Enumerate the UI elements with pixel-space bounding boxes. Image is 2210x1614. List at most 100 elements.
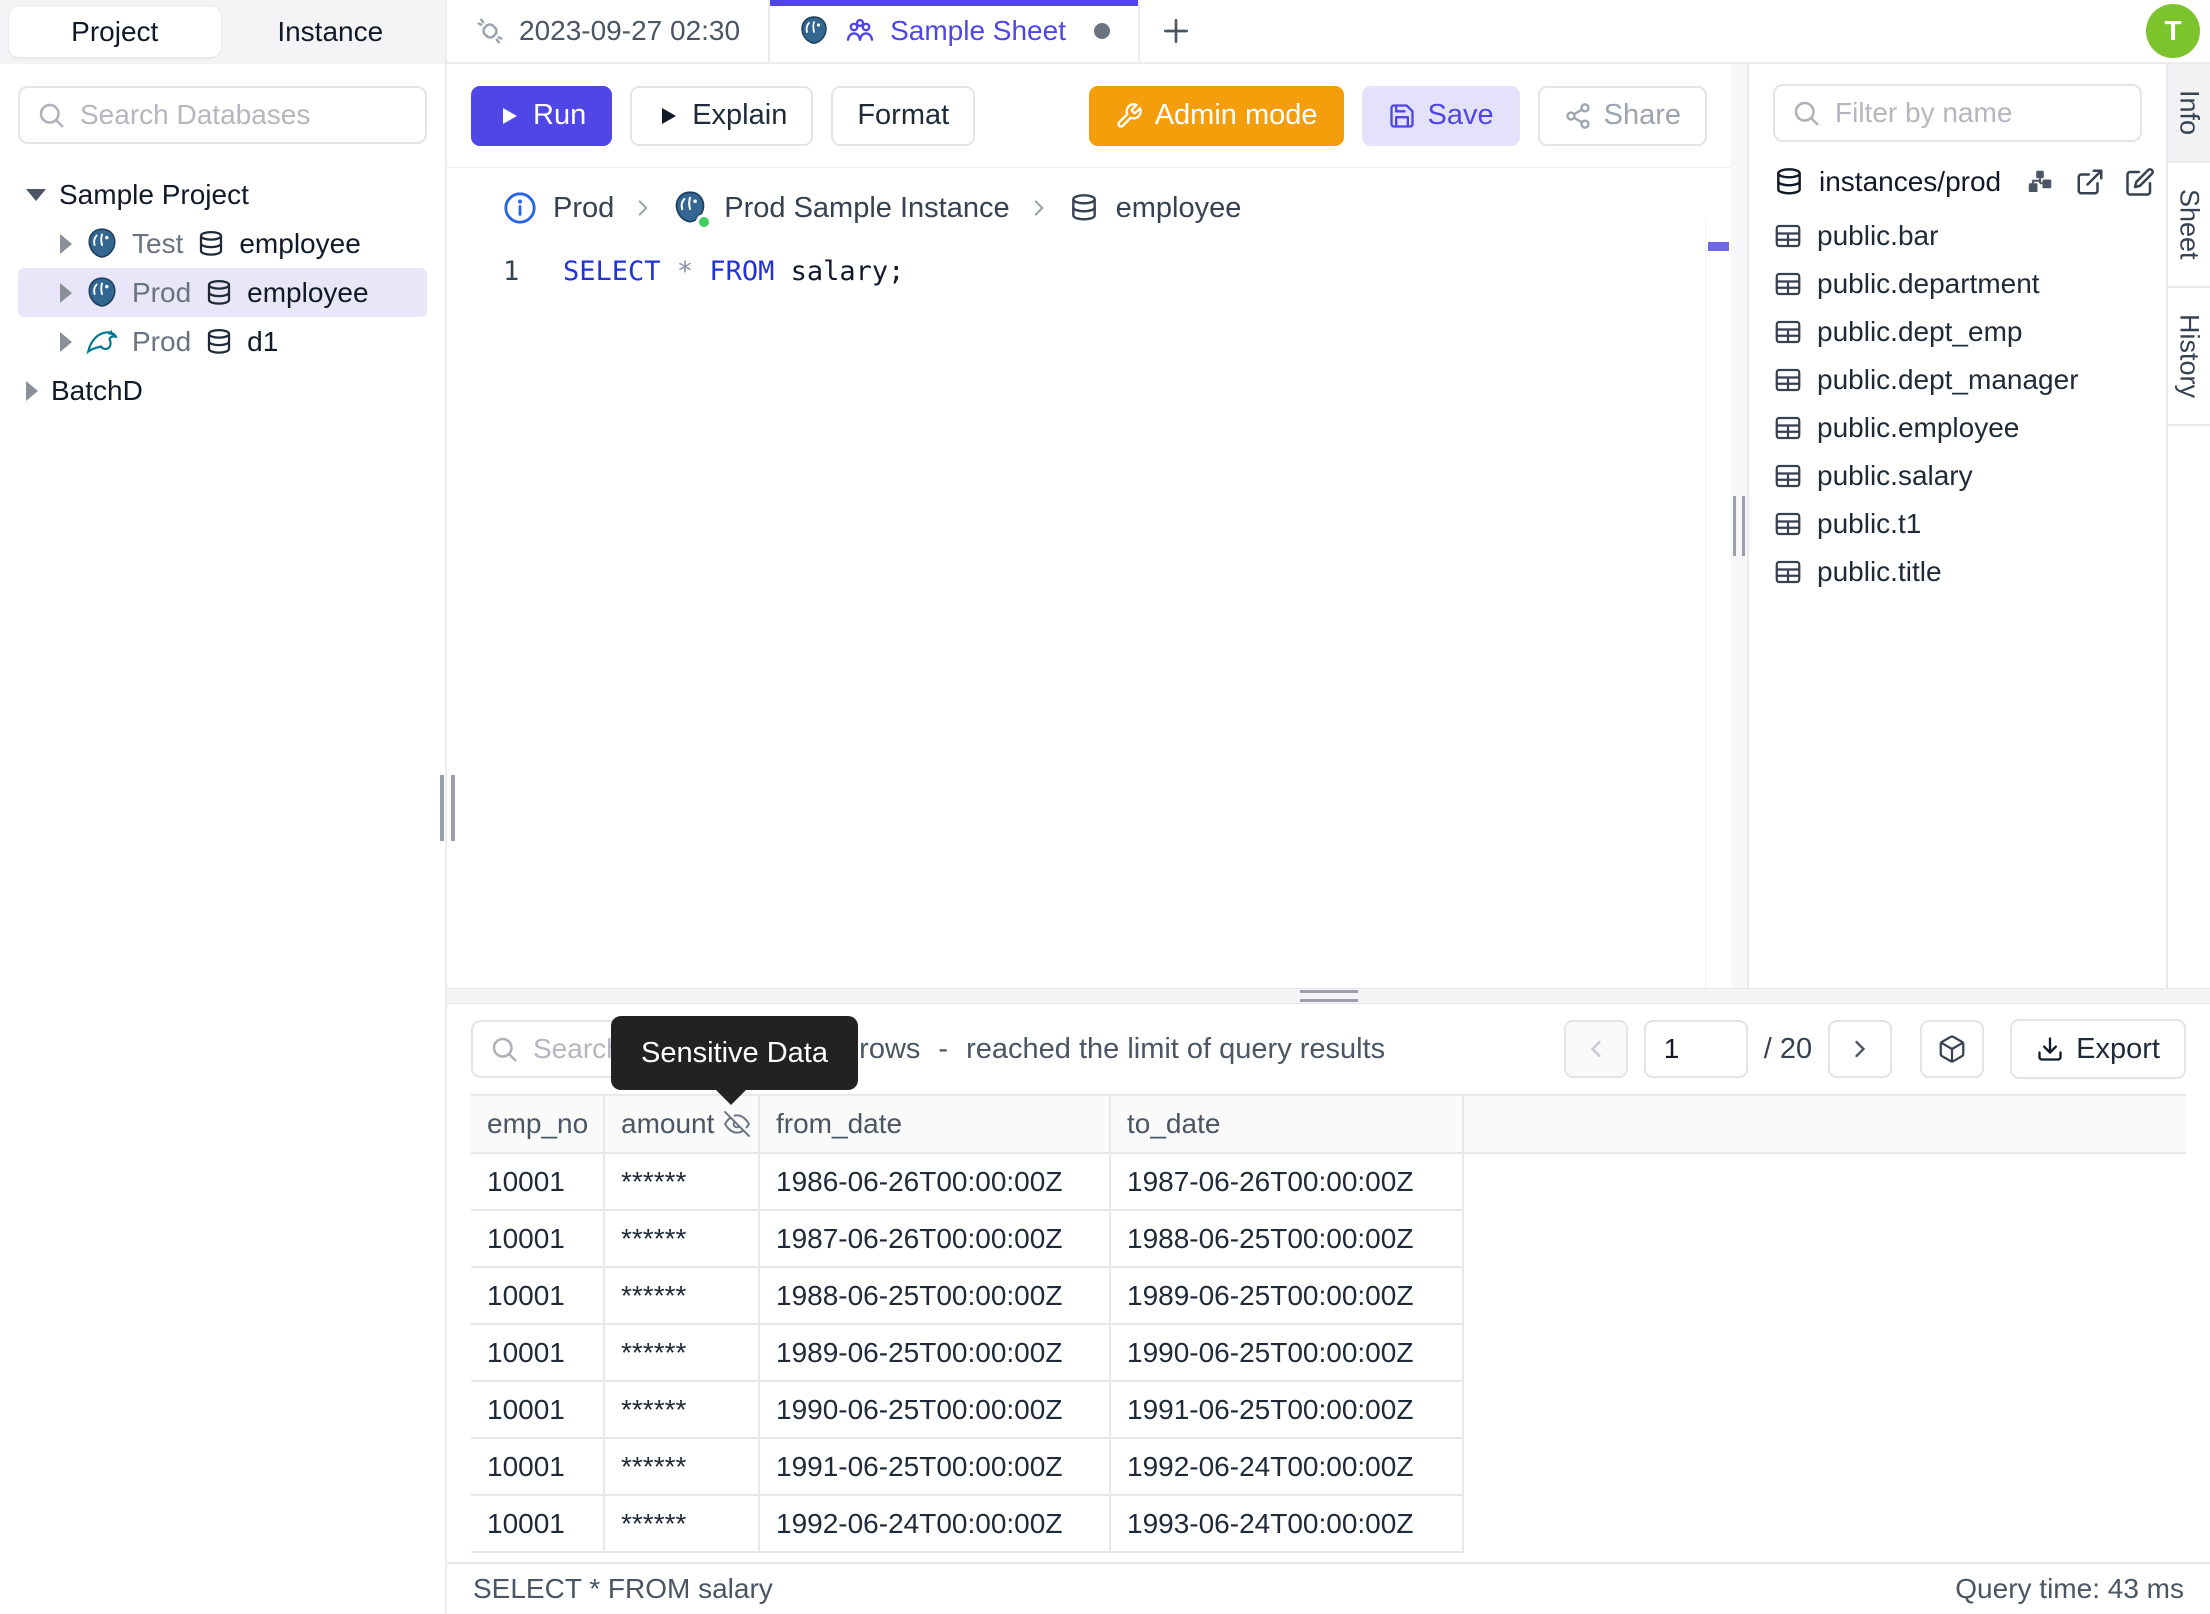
link-off-icon	[477, 18, 503, 44]
code-line[interactable]: 1 SELECT * FROM salary;	[447, 256, 1731, 287]
format-button[interactable]: Format	[831, 85, 976, 146]
sensitive-data-tooltip: Sensitive Data	[611, 1016, 858, 1105]
admin-mode-button[interactable]: Admin mode	[1088, 85, 1344, 146]
pagination: / 20 Export	[1563, 1019, 2186, 1079]
tab-history-label: 2023-09-27 02:30	[519, 15, 741, 46]
tab-instance[interactable]: Instance	[225, 7, 437, 57]
cell-filler	[1463, 1438, 2186, 1495]
table-item[interactable]: public.title	[1773, 548, 2142, 596]
instance-group-actions	[2025, 167, 2155, 197]
tab-info[interactable]: Info	[2168, 64, 2210, 164]
breadcrumb-database[interactable]: employee	[1116, 192, 1242, 225]
box-icon	[1939, 1035, 1965, 1063]
table-item[interactable]: public.dept_manager	[1773, 356, 2142, 404]
run-button[interactable]: Run	[471, 85, 613, 146]
tab-history[interactable]: History	[2168, 288, 2210, 426]
export-button[interactable]: Export	[2010, 1019, 2186, 1079]
table-name: public.t1	[1817, 508, 1922, 539]
page-number-input[interactable]	[1643, 1020, 1748, 1078]
share-icon	[1565, 102, 1590, 129]
sql-statement: SELECT * FROM salary;	[563, 256, 904, 287]
cell-to-date: 1988-06-25T00:00:00Z	[1110, 1210, 1464, 1268]
breadcrumb-instance[interactable]: Prod Sample Instance	[724, 192, 1009, 225]
instance-status-dot	[696, 214, 713, 230]
database-icon	[1071, 194, 1096, 221]
tab-project-label: Project	[71, 16, 159, 47]
admin-mode-label: Admin mode	[1154, 99, 1318, 131]
next-page-button[interactable]	[1828, 1020, 1893, 1078]
cell-to-date: 1990-06-25T00:00:00Z	[1110, 1324, 1464, 1382]
sidebar-body: Sample Project Test employee Prod employ…	[0, 64, 445, 1614]
table-icon	[1775, 512, 1801, 536]
breadcrumb-env: Prod	[553, 191, 615, 224]
tree-db-prod-d1[interactable]: Prod d1	[18, 317, 427, 366]
sql-editor-app: Project Instance Sample Project Test emp…	[0, 0, 2210, 1614]
schema-filter	[1773, 84, 2142, 142]
tree-project-batchd[interactable]: BatchD	[18, 366, 427, 415]
prev-page-button[interactable]	[1563, 1020, 1628, 1078]
tab-sample-sheet[interactable]: Sample Sheet	[770, 0, 1140, 62]
panel-resize-handle[interactable]	[1731, 64, 1747, 988]
results-grid: emp_no amount from_date to_date 10001 ***…	[471, 1094, 2186, 1562]
table-icon	[1775, 464, 1801, 488]
db-label: employee	[239, 227, 361, 259]
database-search-input[interactable]	[80, 99, 409, 131]
tree-project-sample[interactable]: Sample Project	[18, 170, 427, 219]
share-label: Share	[1603, 99, 1681, 131]
editor-toolbar: Run Explain Format Admin mode Save Share	[447, 64, 1731, 168]
cell-emp-no: 10001	[471, 1210, 605, 1268]
db-label: employee	[247, 276, 369, 308]
share-button[interactable]: Share	[1537, 85, 1707, 146]
sql-editor[interactable]: Prod Prod Sample Instance employee 1 SEL…	[447, 168, 1731, 988]
cell-filler	[1463, 1495, 2186, 1552]
table-row: 10001 ****** 1991-06-25T00:00:00Z 1992-06-2…	[471, 1438, 2186, 1496]
table-item[interactable]: public.dept_emp	[1773, 308, 2142, 356]
caret-right-icon	[60, 233, 72, 254]
explain-button[interactable]: Explain	[630, 85, 814, 146]
env-label: Test	[132, 227, 184, 259]
add-sheet-button[interactable]	[1140, 0, 1212, 62]
tree-db-test-employee[interactable]: Test employee	[18, 219, 427, 268]
user-avatar[interactable]: T	[2146, 4, 2200, 58]
eye-off-icon[interactable]	[724, 1111, 751, 1137]
sidebar-resize-handle[interactable]	[438, 775, 456, 841]
cell-filler	[1463, 1267, 2186, 1324]
table-row: 10001 ****** 1988-06-25T00:00:00Z 1989-06-2…	[471, 1267, 2186, 1325]
tab-sheet[interactable]: Sheet	[2168, 163, 2210, 288]
dash: -	[938, 1032, 949, 1065]
cell-filler	[1463, 1324, 2186, 1381]
table-item[interactable]: public.department	[1773, 260, 2142, 308]
cell-from-date: 1992-06-24T00:00:00Z	[759, 1495, 1111, 1553]
tab-project[interactable]: Project	[9, 7, 221, 57]
table-item[interactable]: public.t1	[1773, 500, 2142, 548]
info-icon[interactable]	[503, 191, 537, 225]
caret-right-icon	[60, 282, 72, 303]
tab-history-sheet[interactable]: 2023-09-27 02:30	[447, 0, 771, 62]
db-label: d1	[247, 325, 279, 357]
caret-right-icon	[60, 331, 72, 352]
page-total: / 20	[1763, 1032, 1813, 1065]
table-item[interactable]: public.bar	[1773, 212, 2142, 260]
schema-diagram-icon[interactable]	[2025, 167, 2055, 197]
explain-label: Explain	[692, 99, 788, 131]
external-link-icon[interactable]	[2075, 167, 2105, 197]
table-item[interactable]: public.salary	[1773, 452, 2142, 500]
cell-emp-no: 10001	[471, 1438, 605, 1496]
tree-db-prod-employee[interactable]: Prod employee	[18, 268, 427, 317]
table-item[interactable]: public.employee	[1773, 404, 2142, 452]
chevron-right-icon	[1034, 200, 1044, 216]
editor-minimap[interactable]	[1705, 218, 1731, 988]
line-number: 1	[503, 256, 520, 287]
schema-filter-input[interactable]	[1835, 97, 2124, 129]
download-icon	[2038, 1037, 2062, 1061]
results-resize-handle[interactable]	[447, 988, 2210, 1004]
avatar-initial: T	[2164, 15, 2182, 46]
side-tab-strip: Info Sheet History	[2166, 64, 2210, 988]
table-name: public.title	[1817, 556, 1942, 587]
caret-down-icon	[26, 188, 46, 201]
save-button[interactable]: Save	[1361, 85, 1520, 146]
edit-icon[interactable]	[2125, 167, 2155, 197]
cell-to-date: 1992-06-24T00:00:00Z	[1110, 1438, 1464, 1496]
result-box-button[interactable]	[1920, 1020, 1985, 1078]
instance-engine	[672, 190, 713, 230]
